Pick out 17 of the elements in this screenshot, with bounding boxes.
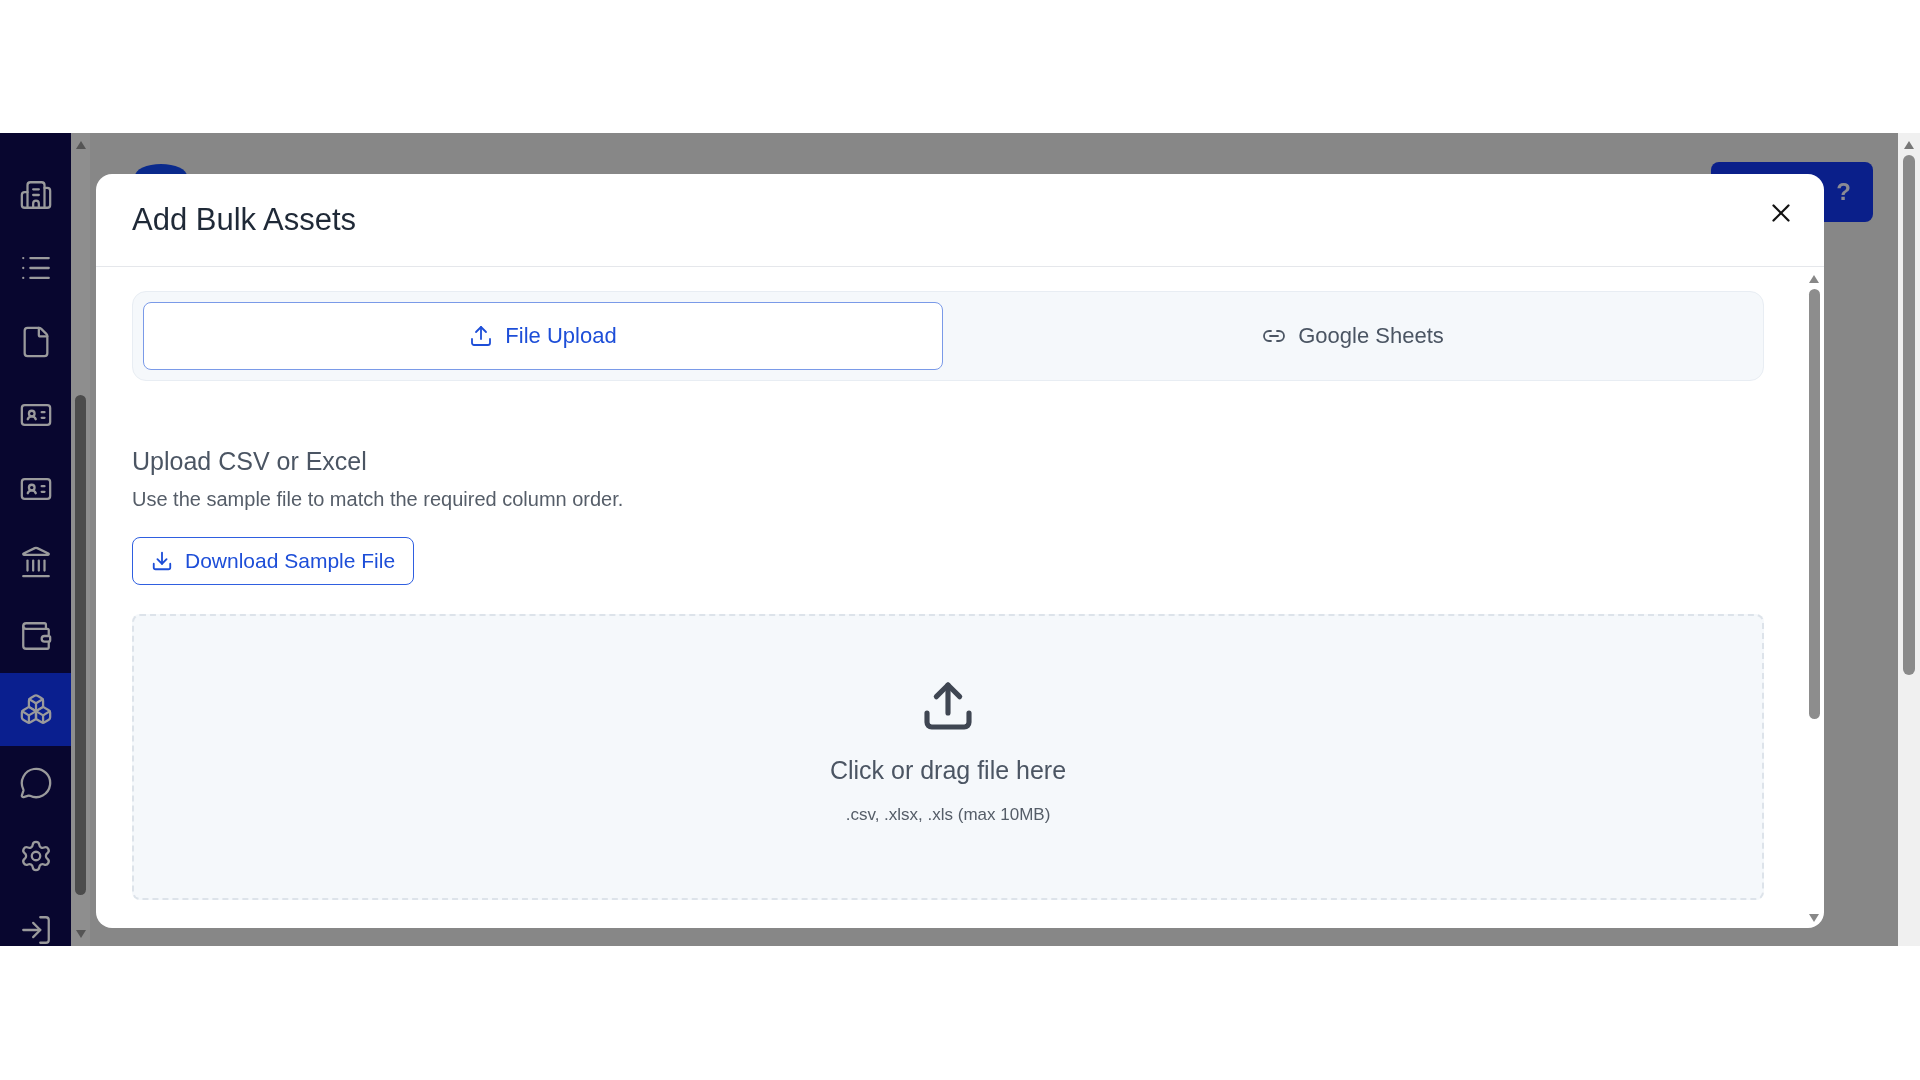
download-icon bbox=[151, 550, 173, 572]
scroll-down-icon[interactable] bbox=[1809, 914, 1819, 922]
tab[interactable]: File Upload bbox=[143, 302, 943, 370]
upload-icon bbox=[469, 324, 494, 348]
boxes-icon bbox=[18, 692, 53, 727]
scroll-up-icon[interactable] bbox=[1904, 141, 1914, 149]
tab[interactable]: Google Sheets bbox=[953, 302, 1753, 370]
section-title: Upload CSV or Excel bbox=[132, 447, 368, 476]
file-dropzone[interactable]: Click or drag file here .csv, .xlsx, .xls (max 10MB) bbox=[132, 614, 1764, 900]
page-scrollbar[interactable] bbox=[1898, 133, 1920, 946]
section-description: Use the sample file to match the required column order. bbox=[132, 488, 625, 511]
dropzone-hint: .csv, .xlsx, .xls (max 10MB) bbox=[845, 805, 1051, 825]
sidebar-item[interactable] bbox=[0, 672, 71, 746]
modal-title: Add Bulk Assets bbox=[132, 201, 356, 238]
dropzone-title: Click or drag file here bbox=[829, 756, 1067, 785]
scroll-up-icon[interactable] bbox=[1809, 275, 1819, 283]
download-sample-button[interactable]: Download Sample File bbox=[132, 537, 415, 585]
